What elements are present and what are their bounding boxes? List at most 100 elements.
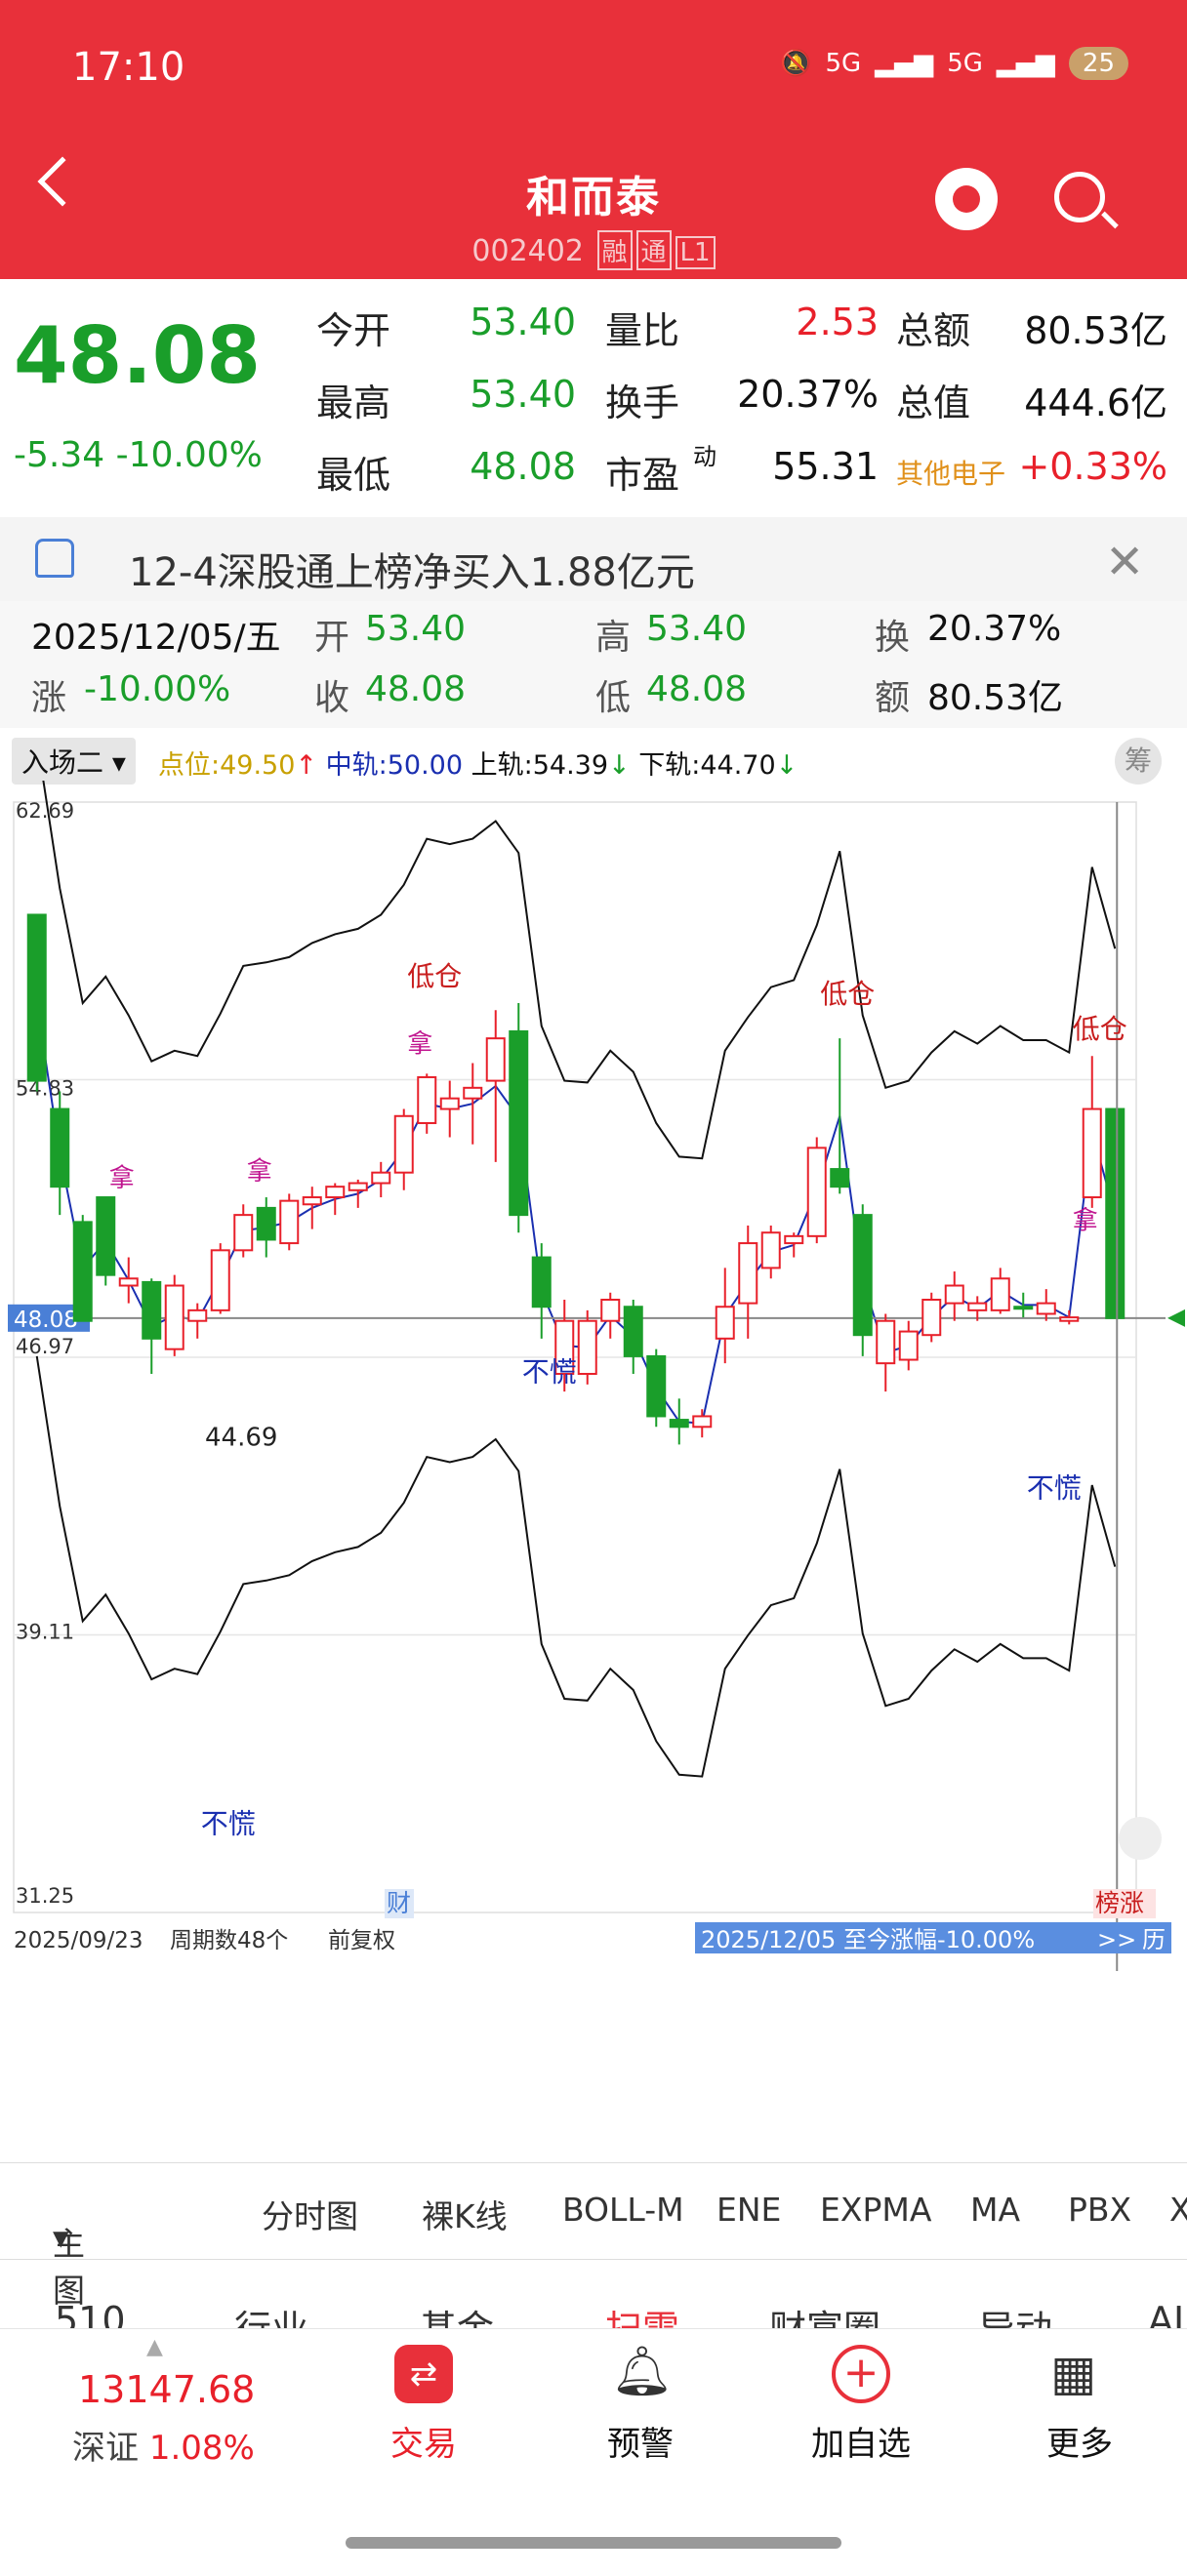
tab-510[interactable]: 510	[55, 2299, 126, 2328]
candle-body	[669, 1419, 689, 1429]
indicator-dropdown[interactable]: 入场二 ▾	[12, 738, 136, 785]
nav-alert[interactable]: 预警	[543, 2417, 738, 2465]
candle-body	[1082, 1107, 1102, 1199]
candle-body	[72, 1221, 93, 1322]
indicator-values: 点位:49.50↑ 中轨:50.00 上轨:54.39↓ 下轨:44.70↓	[158, 744, 798, 782]
assistant-robot-icon[interactable]	[935, 168, 998, 230]
candle-body	[439, 1097, 460, 1110]
quote-label: 量比	[605, 309, 680, 352]
candle-body	[325, 1186, 346, 1199]
candle-body	[967, 1302, 988, 1311]
index-line[interactable]: 深证 1.08%	[72, 2421, 255, 2469]
bell-alert-icon[interactable]: 🔔︎	[611, 2343, 673, 2400]
adjust-mode: 前复权	[328, 1928, 395, 1953]
candle-body	[348, 1182, 368, 1191]
buy-signal-label: 拿	[109, 1164, 135, 1193]
tab-boll-m[interactable]: BOLL-M	[562, 2191, 684, 2229]
amount-label: 额	[875, 678, 911, 718]
nav-trade[interactable]: 交易	[326, 2417, 521, 2465]
nav-more[interactable]: 更多	[982, 2417, 1177, 2465]
index-value[interactable]: 13147.68	[78, 2368, 255, 2411]
tab-naked-k[interactable]: 裸K线	[422, 2191, 508, 2237]
candle-body	[485, 1037, 506, 1082]
candle-body	[876, 1319, 896, 1365]
candle-body	[830, 1168, 850, 1188]
no-panic-label: 不慌	[1027, 1472, 1082, 1505]
candle-body	[738, 1242, 758, 1305]
turnover-label: 换	[875, 618, 911, 658]
signal-icon-2: 5G	[947, 49, 983, 78]
quote-label: 最高	[316, 382, 391, 424]
tab-pbx[interactable]: PBX	[1068, 2191, 1131, 2229]
no-panic-label: 不慌	[201, 1808, 256, 1840]
trade-icon[interactable]: ⇄	[394, 2345, 453, 2403]
candle-body	[279, 1199, 300, 1245]
quote-value: 80.53亿	[1024, 309, 1167, 352]
quote-label: 市盈	[605, 454, 680, 497]
tab-ai[interactable]: AI	[1148, 2299, 1184, 2328]
tab-x[interactable]: X	[1169, 2191, 1187, 2229]
quote-label: 今开	[316, 309, 391, 352]
candle-body	[760, 1231, 781, 1269]
close-icon[interactable]: ✕	[1105, 535, 1144, 589]
add-watchlist-icon[interactable]: +	[832, 2345, 890, 2403]
search-icon[interactable]	[1054, 172, 1105, 222]
quote-label: 总值	[896, 382, 971, 424]
quote-label: 换手	[605, 382, 680, 424]
no-panic-label: 不慌	[522, 1355, 577, 1388]
home-indicator	[346, 2537, 841, 2549]
candle-body	[531, 1256, 552, 1308]
day-info-bar: 2025/12/05/五 开 53.40 高 53.40 换 20.37% 涨 …	[0, 601, 1187, 728]
low-value: 48.08	[646, 669, 748, 709]
range-note: 2025/12/05 至今涨幅-10.00%	[701, 1926, 1035, 1953]
mute-icon: 🔕	[780, 49, 812, 78]
tab-risk[interactable]: 扫雷	[605, 2299, 679, 2328]
tab-movement[interactable]: 异动	[978, 2299, 1052, 2328]
quote-value: 2.53	[796, 301, 879, 343]
price-change: -5.34 -10.00%	[14, 435, 263, 475]
high-label: 高	[595, 618, 632, 658]
status-time: 17:10	[72, 45, 185, 90]
tag-margin: 融	[596, 230, 633, 270]
candle-body	[646, 1354, 667, 1418]
candle-body	[1036, 1302, 1056, 1315]
tab-fund[interactable]: 基金	[420, 2299, 494, 2328]
down-arrow-icon: ↓	[608, 750, 631, 781]
kline-chart[interactable]: 62.6954.8346.9739.1131.2548.0844.69拿 拿拿拿低…	[0, 781, 1187, 2156]
quote-value: 53.40	[470, 373, 576, 416]
candle-body	[96, 1196, 116, 1276]
index-percent: 1.08%	[148, 2429, 255, 2468]
nav-add-watchlist[interactable]: 加自选	[763, 2417, 959, 2465]
candle-body	[784, 1234, 804, 1245]
open-label: 开	[314, 618, 350, 658]
upper-band-value: 上轨:54.39	[471, 750, 609, 781]
candle-body	[1059, 1316, 1080, 1322]
tab-industry[interactable]: 行业	[234, 2299, 308, 2328]
tab-ene[interactable]: ENE	[716, 2191, 781, 2229]
status-icons: 🔕 5G ▂▄▆ 5G ▂▄▆ 25	[780, 47, 1128, 80]
tag-connect: 通	[635, 230, 672, 270]
chip-button[interactable]: 筹	[1115, 738, 1162, 785]
lower-band-line	[35, 1355, 1117, 1778]
down-arrow-icon-2: ↓	[775, 750, 798, 781]
grid-more-icon[interactable]: ▦	[1050, 2345, 1096, 2401]
quote-value: 55.31	[772, 445, 879, 488]
candle-body	[463, 1086, 483, 1100]
quote-value: 48.08	[470, 445, 576, 488]
candle-body	[1105, 1107, 1126, 1319]
signal-bars-icon-2: ▂▄▆	[996, 49, 1055, 78]
chart-tabs: 主图 ▾ 分时图 裸K线 BOLL-M ENE EXPMA MA PBX X	[0, 2162, 1187, 2310]
start-date: 2025/09/23	[14, 1928, 143, 1953]
tab-expma[interactable]: EXPMA	[820, 2191, 931, 2229]
candle-body	[187, 1308, 208, 1322]
candle-body	[417, 1075, 437, 1125]
candle-body	[371, 1171, 391, 1185]
tab-intraday[interactable]: 分时图	[262, 2191, 358, 2237]
tab-ma[interactable]: MA	[970, 2191, 1020, 2229]
candle-body	[1013, 1306, 1034, 1310]
candle-body	[302, 1196, 322, 1206]
notice-text[interactable]: 12-4深股通上榜净买入1.88亿元	[129, 541, 695, 597]
stock-title: 和而泰	[526, 173, 661, 222]
candle-body	[944, 1284, 964, 1305]
tab-wealth[interactable]: 财富圈	[769, 2299, 880, 2328]
